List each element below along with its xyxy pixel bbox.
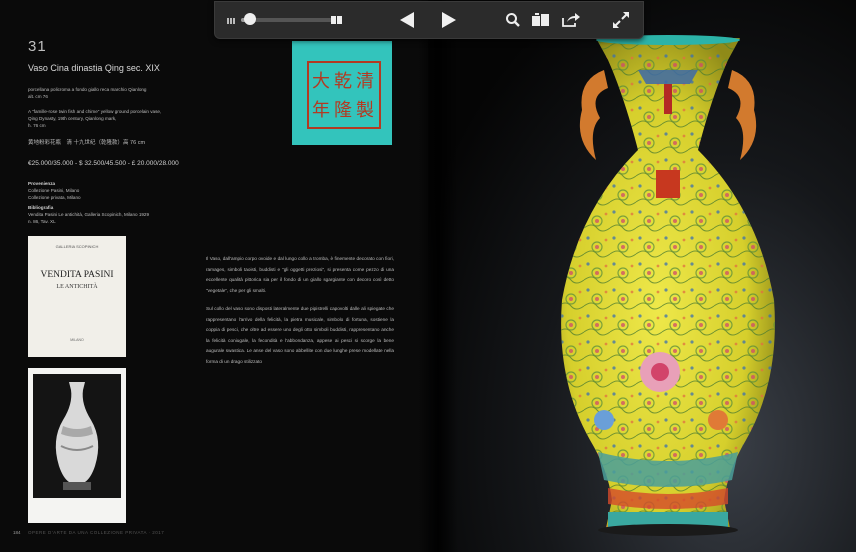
share-icon (562, 13, 580, 27)
fullscreen-button[interactable] (609, 8, 633, 32)
catalogue-cover-top-line: GALLERIA SCOPINICH (55, 244, 99, 249)
seal-mark-image: 大 乾 清 年 隆 製 (292, 41, 392, 145)
provenance-line: Collezione Pasini, Milano (28, 188, 80, 193)
lot-title: Vaso Cina dinastia Qing sec. XIX (28, 63, 160, 73)
page-gutter-shadow (418, 0, 458, 552)
lot-description-english: A "famille-rose twin fish and chime" yel… (28, 108, 208, 129)
catalogue-cover-bottom-line: MILANO (70, 338, 84, 342)
bibliography: Bibliografia Vendita Pasini Le antichità… (28, 204, 208, 225)
fullscreen-icon (613, 12, 629, 28)
lot-description-italian: porcellana policroma a fondo giallo reca… (28, 86, 208, 100)
provenance-line: Collezione privata, Milano (28, 195, 81, 200)
single-page-view-button[interactable] (325, 8, 349, 32)
previous-page-button[interactable] (395, 8, 419, 32)
yellow-vase-photo (561, 35, 775, 536)
page-slider-knob[interactable] (244, 13, 257, 25)
search-button[interactable] (501, 8, 525, 32)
lot-number: 31 (28, 38, 47, 55)
catalogue-cover-title: VENDITA PASINI (40, 270, 114, 280)
pages-icon (532, 13, 549, 26)
search-icon (506, 13, 520, 27)
bibliography-heading: Bibliografia (28, 205, 54, 210)
right-page (428, 0, 856, 552)
catalogue-cover-subtitle: LE ANTICHITÀ (56, 284, 98, 290)
page-folio: 184 (13, 530, 21, 535)
seal-frame: 大 乾 清 年 隆 製 (307, 61, 381, 129)
provenance-heading: Provenienza (28, 181, 56, 186)
left-page: 31 Vaso Cina dinastia Qing sec. XIX porc… (0, 0, 428, 552)
en-desc-line: A "famille-rose twin fish and chime" yel… (28, 109, 162, 114)
it-desc-line: alt. cm 76 (28, 94, 48, 99)
prev-arrow-icon (400, 12, 414, 28)
catalogue-cover-image: GALLERIA SCOPINICH VENDITA PASINI LE ANT… (28, 236, 126, 357)
page-footer: OPERE D'ARTE DA UNA COLLEZIONE PRIVATA ·… (28, 530, 165, 535)
bibliography-line: n. 86, Tav. XL (28, 219, 56, 224)
provenance: Provenienza Collezione Pasini, Milano Co… (28, 180, 208, 201)
single-page-icon (331, 16, 342, 24)
archival-vase-photo (28, 368, 126, 523)
body-paragraph-1: Il Vaso, dall'ampio corpo ovoide e dal l… (206, 256, 394, 293)
en-desc-line: h. 76 cm (28, 123, 46, 128)
next-arrow-icon (442, 12, 456, 28)
grip-icon[interactable] (227, 18, 235, 24)
pages-overview-button[interactable] (529, 8, 553, 32)
next-page-button[interactable] (437, 8, 461, 32)
viewer-toolbar (214, 1, 644, 39)
bibliography-line: Vendita Pasini Le antichità, Galleria Sc… (28, 212, 150, 217)
flipbook-viewer: 31 Vaso Cina dinastia Qing sec. XIX porc… (0, 0, 856, 552)
share-button[interactable] (559, 8, 583, 32)
archival-photo-background (33, 374, 121, 498)
en-desc-line: Qing Dynasty, 19th century, Qianlong mar… (28, 116, 117, 121)
lot-description-chinese: 黄地粉彩花瓶 清 十九世纪（乾隆款）高 76 cm (28, 140, 146, 146)
estimate: €25.000/35.000 - $ 32.500/45.500 - £ 20.… (28, 160, 179, 167)
it-desc-line: porcellana policroma a fondo giallo reca… (28, 87, 147, 92)
body-paragraph-2: Sul collo del vaso sono disposti lateral… (206, 306, 394, 364)
archival-vase-silhouette (55, 382, 99, 490)
